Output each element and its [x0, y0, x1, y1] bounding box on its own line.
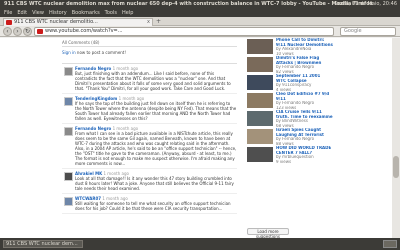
- video-meta: HOW DID WORLD TRADE CENTER 7 FALL? by mr…: [276, 146, 358, 164]
- load-more-suggestions-button[interactable]: Load more suggestions: [247, 228, 289, 238]
- comment-text: Still waiting for someone to tell me wha…: [75, 201, 231, 211]
- suggested-video[interactable]: Phone Call to Dimitri: 9/11 Nuclear Demo…: [245, 38, 360, 55]
- search-input[interactable]: Google: [340, 27, 396, 36]
- video-thumbnail[interactable]: [247, 39, 273, 54]
- menu-view[interactable]: View: [32, 9, 44, 17]
- comments-section: All Comments (48) Sign in now to post a …: [62, 40, 237, 238]
- avatar[interactable]: [64, 197, 73, 206]
- video-views: 9 views: [276, 159, 292, 164]
- video-meta: September 11 2001 WTC Collapse by 911con…: [276, 74, 358, 92]
- system-tray: Sexta, 01 de Maio, 20:46: [334, 0, 397, 9]
- menu-bar: File Edit View History Bookmarks Tools H…: [0, 9, 400, 17]
- comment-text: From what I can see in a bad picture ava…: [75, 131, 237, 166]
- menu-help[interactable]: Help: [122, 9, 133, 17]
- url-text: www.youtube.com/watch?v=...: [45, 28, 123, 34]
- menu-history[interactable]: History: [49, 9, 67, 17]
- comments-header: All Comments (48): [62, 40, 237, 47]
- page-content: All Comments (48) Sign in now to post a …: [0, 38, 400, 238]
- video-meta: Cleo Dot Edifício #7 9/d 9/11 by Fernand…: [276, 92, 358, 110]
- reload-button[interactable]: ↻: [23, 27, 32, 36]
- video-meta: Phone Call to Dimitri: 9/11 Nuclear Demo…: [276, 38, 358, 56]
- scrollbar-thumb[interactable]: [393, 156, 399, 178]
- menu-file[interactable]: File: [4, 9, 12, 17]
- tab-youtube[interactable]: 911 CBS WTC nuclear demolitio... x: [3, 18, 153, 26]
- comment: TenderingKingdom 1 month ago If he says …: [62, 94, 237, 124]
- suggested-video[interactable]: CIA Cruise Tells 9/11 truth. Time to ree…: [245, 110, 360, 127]
- url-bar[interactable]: www.youtube.com/watch?v=...: [34, 27, 334, 36]
- suggested-video[interactable]: Dimitri's False Flag Attacks | Brownmen …: [245, 56, 360, 73]
- video-thumbnail[interactable]: [247, 147, 273, 162]
- tab-label: 911 CBS WTC nuclear demolitio...: [14, 19, 98, 25]
- video-thumbnail[interactable]: [247, 57, 273, 72]
- signin-link[interactable]: Sign in: [62, 50, 76, 55]
- back-button[interactable]: ‹: [3, 27, 12, 36]
- video-thumbnail[interactable]: [247, 129, 273, 144]
- suggested-video[interactable]: HOW DID WORLD TRADE CENTER 7 FALL? by mr…: [245, 146, 360, 163]
- taskbar-firefox-button[interactable]: 911 CBS WTC nuclear dem...: [3, 240, 83, 248]
- youtube-favicon-icon: [6, 20, 12, 25]
- signin-prompt: Sign in now to post a comment!: [62, 50, 237, 64]
- taskbar: 911 CBS WTC nuclear dem...: [0, 238, 400, 250]
- clock[interactable]: Sexta, 01 de Maio, 20:46: [334, 0, 397, 9]
- page-scrollbar[interactable]: [392, 38, 400, 238]
- video-meta: CIA Cruise Tells 9/11 truth. Time to ree…: [276, 110, 358, 128]
- tab-strip: 911 CBS WTC nuclear demolitio... x +: [0, 17, 400, 26]
- menu-edit[interactable]: Edit: [17, 9, 27, 17]
- video-thumbnail[interactable]: [247, 75, 273, 90]
- forward-button[interactable]: ›: [13, 27, 22, 36]
- workspace-switcher[interactable]: [383, 240, 397, 248]
- suggested-video[interactable]: Israeli Spies Caught Laughing At Terrori…: [245, 128, 360, 145]
- signin-text: now to post a comment!: [75, 50, 126, 55]
- comment: WTCWAR07 1 month ago Still waiting for s…: [62, 194, 237, 214]
- avatar[interactable]: [64, 127, 73, 136]
- avatar[interactable]: [64, 172, 73, 181]
- navigation-toolbar: ‹ › ↻ www.youtube.com/watch?v=... Google: [0, 26, 400, 37]
- video-meta: Israeli Spies Caught Laughing At Terrori…: [276, 128, 358, 146]
- new-tab-button[interactable]: +: [156, 18, 161, 25]
- page-left-margin: [0, 38, 62, 238]
- firefox-window: 911 CBS WTC nuclear demolition max from …: [0, 0, 400, 250]
- menu-tools[interactable]: Tools: [105, 9, 117, 17]
- comment-text: If he says the top of the building just …: [75, 101, 237, 121]
- top-panel: 911 CBS WTC nuclear demolition max from …: [0, 0, 400, 9]
- tab-close-icon[interactable]: x: [147, 19, 150, 26]
- comment: Fernando Negro 1 month ago But, just fin…: [62, 64, 237, 94]
- video-meta: Dimitri's False Flag Attacks | Brownmen …: [276, 56, 358, 74]
- comment-text: Look at all that damage!! Is it any wond…: [75, 176, 234, 191]
- comment: Ahrakiel MK 1 month ago Look at all that…: [62, 169, 237, 194]
- comment: Fernando Negro 1 month ago From what I c…: [62, 124, 237, 169]
- suggested-video[interactable]: Cleo Dot Edifício #7 9/d 9/11 by Fernand…: [245, 92, 360, 109]
- suggested-video[interactable]: September 11 2001 WTC Collapse by 911con…: [245, 74, 360, 91]
- menu-bookmarks[interactable]: Bookmarks: [72, 9, 100, 17]
- window-title: 911 CBS WTC nuclear demolition max from …: [4, 1, 373, 7]
- avatar[interactable]: [64, 67, 73, 76]
- comment-text: But, just finishing with an addendum... …: [75, 71, 231, 91]
- avatar[interactable]: [64, 97, 73, 106]
- suggested-videos: Phone Call to Dimitri: 9/11 Nuclear Demo…: [245, 38, 360, 238]
- video-thumbnail[interactable]: [247, 93, 273, 108]
- site-identity-icon[interactable]: [37, 29, 43, 34]
- video-thumbnail[interactable]: [247, 111, 273, 126]
